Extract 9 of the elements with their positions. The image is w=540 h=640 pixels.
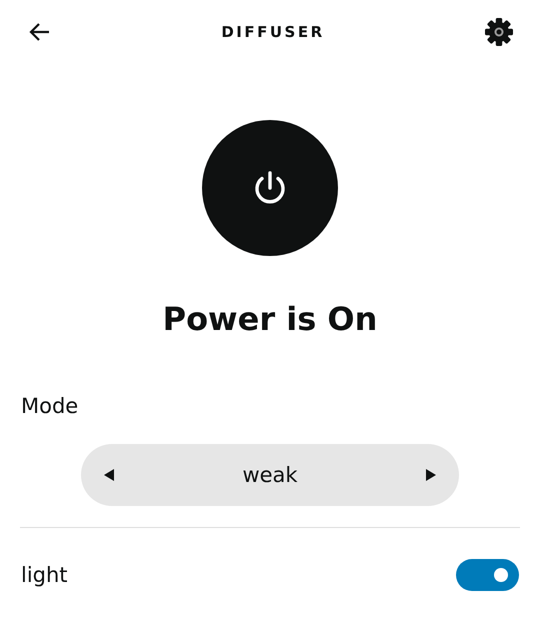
- settings-button[interactable]: [484, 17, 514, 47]
- next-icon[interactable]: [425, 468, 437, 482]
- mode-label: Mode: [21, 394, 80, 418]
- power-status: Power is On: [162, 300, 378, 338]
- mode-value: weak: [242, 463, 298, 487]
- toggle-label: light: [21, 563, 68, 587]
- previous-icon[interactable]: [103, 468, 115, 482]
- screen-title: DIFFUSER: [221, 23, 325, 41]
- toggle-switch[interactable]: [456, 559, 519, 591]
